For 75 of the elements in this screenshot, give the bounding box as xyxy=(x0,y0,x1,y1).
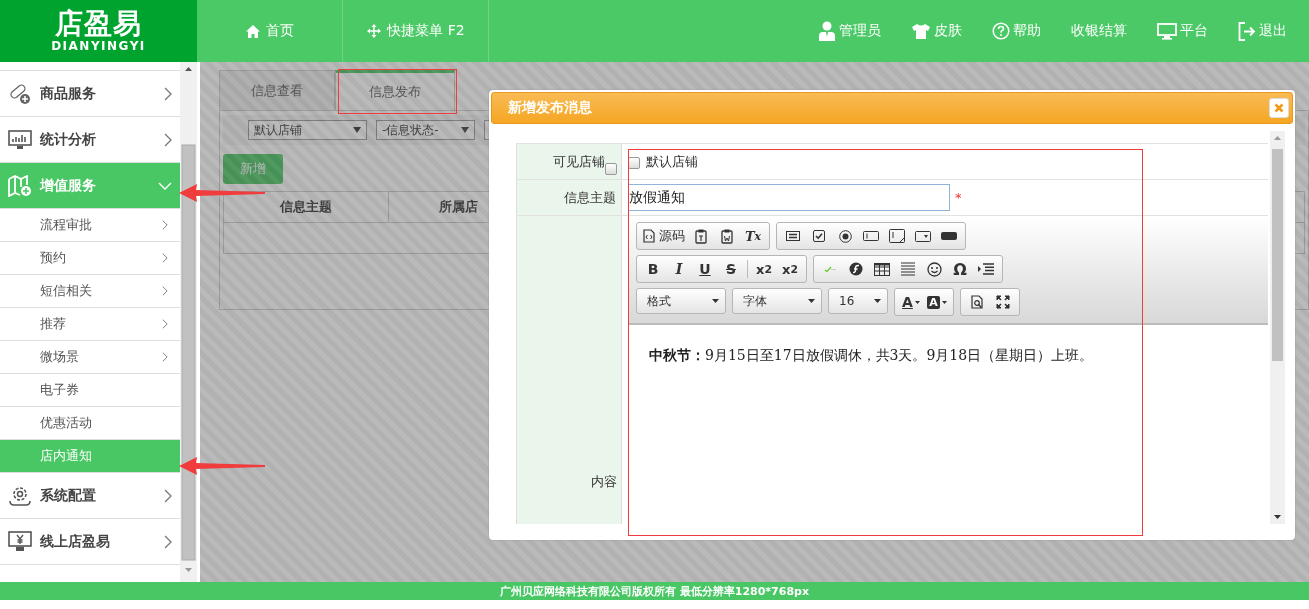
lines-icon xyxy=(901,262,915,276)
logo: 店盈易 DIANYINGYI xyxy=(0,0,197,62)
paste-icon xyxy=(695,228,707,244)
monitor-icon xyxy=(1157,22,1177,40)
document-icon xyxy=(643,229,655,243)
chevron-right-icon xyxy=(164,488,172,503)
dropdown-arrow-icon xyxy=(874,299,881,303)
close-icon xyxy=(1274,103,1284,113)
preview-icon xyxy=(970,295,984,309)
checkbox[interactable] xyxy=(605,163,617,175)
format-button[interactable]: U xyxy=(692,257,718,281)
home-icon xyxy=(245,23,261,39)
field-label: 信息主题 xyxy=(564,189,616,207)
dropdown-arrow-icon xyxy=(353,127,361,133)
chart-monitor-icon xyxy=(8,129,32,150)
field-label: 可见店铺 xyxy=(553,153,605,171)
dropdown[interactable]: -信息状态- xyxy=(376,120,475,140)
gear-icon xyxy=(8,484,32,507)
dropdown[interactable]: 默认店铺 xyxy=(248,120,367,140)
column-header: 所属店 xyxy=(438,198,479,216)
copyright-text: 广州贝应网络科技有限公司版权所有 最低分辨率1280*768px xyxy=(499,583,810,599)
dialog-title: 新增发布消息 xyxy=(508,99,592,117)
chevron-right-icon xyxy=(164,534,172,549)
chevron-right-icon xyxy=(162,220,168,230)
checkbox-label: 默认店铺 xyxy=(646,152,698,171)
tab[interactable]: 信息查看 xyxy=(219,70,335,110)
chevron-right-icon xyxy=(162,352,168,362)
map-icon xyxy=(8,174,32,197)
yen-monitor-icon xyxy=(8,531,32,552)
flash-icon xyxy=(849,262,863,276)
form-icon xyxy=(786,231,800,241)
format-button[interactable]: S xyxy=(718,257,744,281)
dropdown-arrow-icon xyxy=(941,300,947,304)
circle-dot-icon xyxy=(838,229,852,243)
dropdown[interactable]: 格式 xyxy=(636,288,726,314)
textarea-icon xyxy=(889,229,905,243)
dropdown-arrow-icon xyxy=(808,299,815,303)
editor-text: 中秋节：9月15日至17日放假调休，共3天。9月18日（星期日）上班。 xyxy=(649,347,1095,365)
help-icon xyxy=(992,22,1010,40)
background-color-button[interactable]: A xyxy=(924,290,950,314)
indent-icon xyxy=(978,263,994,275)
format-button[interactable]: B xyxy=(640,257,666,281)
logout-icon xyxy=(1238,21,1256,41)
source-button[interactable]: 源码 xyxy=(640,224,688,248)
required-mark: * xyxy=(955,190,962,205)
smiley-icon xyxy=(926,261,942,277)
special-char-button[interactable]: Ω xyxy=(947,257,973,281)
pill-icon xyxy=(8,82,32,105)
tick-box-icon xyxy=(813,230,825,242)
paste-icon xyxy=(721,228,733,244)
maximize-icon xyxy=(996,295,1010,309)
chevron-right-icon xyxy=(164,86,172,101)
chevron-right-icon xyxy=(164,132,172,147)
field-label: 内容 xyxy=(591,473,617,491)
dropdown[interactable]: 字体 xyxy=(732,288,822,314)
chevron-right-icon xyxy=(162,319,168,329)
dropdown[interactable]: 16 xyxy=(828,288,888,314)
dropdown-arrow-icon xyxy=(712,299,719,303)
tab[interactable]: 信息发布 xyxy=(335,70,455,110)
dropdown-arrow-icon xyxy=(914,300,920,304)
chevron-right-icon xyxy=(162,253,168,263)
dropdown-arrow-icon xyxy=(461,127,469,133)
table-icon xyxy=(874,262,890,276)
text-color-button[interactable]: A xyxy=(898,290,924,314)
chevron-right-icon xyxy=(162,286,168,296)
text-field-icon xyxy=(863,231,879,241)
move-icon xyxy=(366,23,383,39)
user-icon xyxy=(818,21,836,41)
select-icon xyxy=(915,230,931,242)
format-button[interactable]: I xyxy=(666,257,692,281)
shirt-icon xyxy=(911,22,931,40)
text-field[interactable]: 放假通知 xyxy=(628,184,950,211)
button-icon xyxy=(941,232,957,240)
image-icon xyxy=(824,266,836,272)
chevron-down-icon xyxy=(158,181,172,190)
